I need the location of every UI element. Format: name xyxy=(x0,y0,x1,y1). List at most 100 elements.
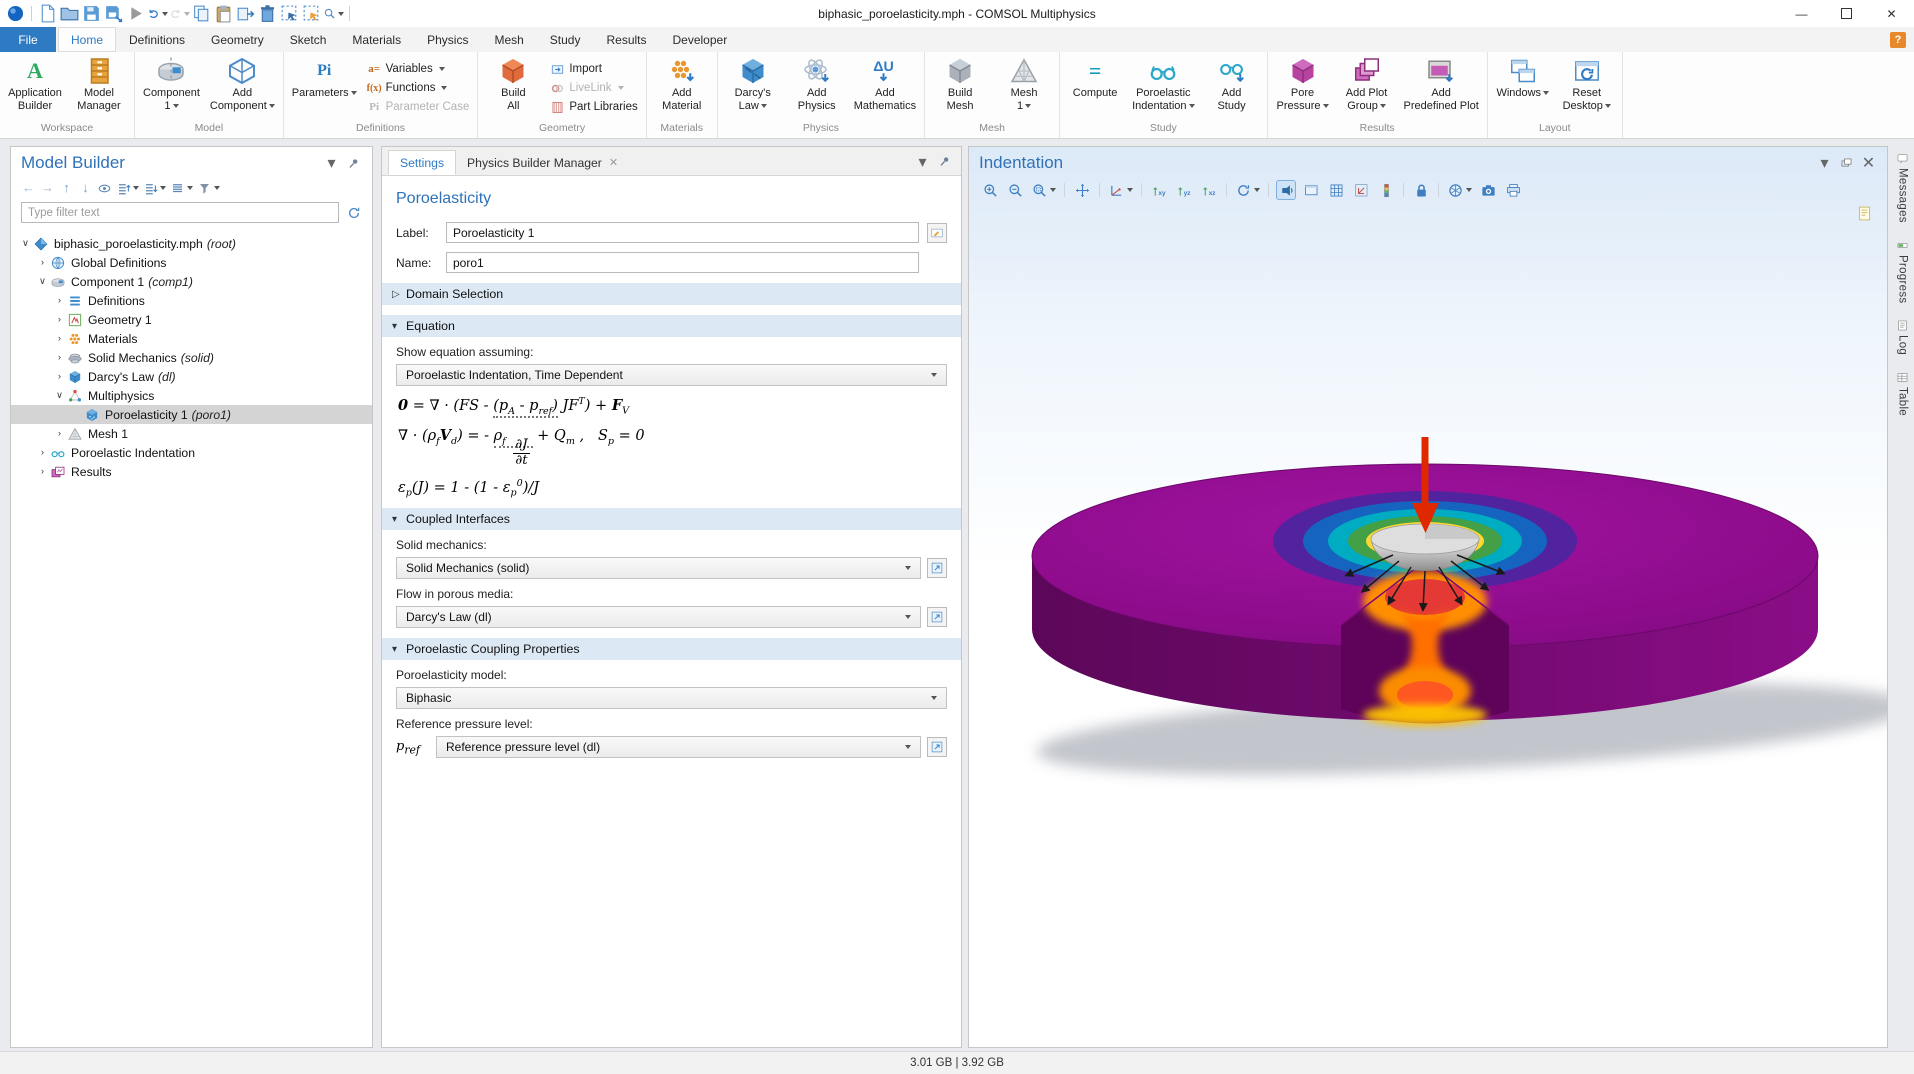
expand-arrow-icon[interactable]: › xyxy=(36,466,49,477)
menu-tab-sketch[interactable]: Sketch xyxy=(277,27,340,52)
filter-input[interactable] xyxy=(21,202,339,223)
ribbon-button-component-1[interactable]: Component 1 xyxy=(138,54,205,122)
menu-tab-results[interactable]: Results xyxy=(593,27,659,52)
collapse-arrow-icon[interactable]: ∨ xyxy=(19,238,32,249)
flow-porous-media-select[interactable]: Darcy's Law (dl) xyxy=(396,606,921,629)
float-window-icon[interactable] xyxy=(1838,156,1855,171)
ribbon-button-model-manager[interactable]: Model Manager xyxy=(67,54,131,122)
collapse-arrow-icon[interactable]: ∨ xyxy=(53,390,66,401)
copy-button[interactable] xyxy=(191,3,212,24)
zoom-in-button[interactable] xyxy=(981,181,999,199)
save-button[interactable] xyxy=(81,3,102,24)
ribbon-button-add-physics[interactable]: Add Physics xyxy=(785,54,849,122)
select-box-button[interactable] xyxy=(279,3,300,24)
color-legend-button[interactable] xyxy=(1377,181,1395,199)
menu-tab-file[interactable]: File xyxy=(0,27,56,52)
tab-physics-builder-manager[interactable]: Physics Builder Manager ✕ xyxy=(456,150,629,175)
tree-item-component-1[interactable]: ∨ Component 1 (comp1) xyxy=(11,272,372,291)
refresh-icon[interactable] xyxy=(346,205,362,221)
color-theme-button[interactable] xyxy=(1447,181,1472,199)
tree-item-definitions[interactable]: › Definitions xyxy=(11,291,372,310)
tree-item-global-definitions[interactable]: › Global Definitions xyxy=(11,253,372,272)
ribbon-button-parameters[interactable]: Pi Parameters xyxy=(287,54,362,122)
label-field[interactable] xyxy=(446,222,919,243)
menu-tab-home[interactable]: Home xyxy=(58,27,117,52)
expand-arrow-icon[interactable]: › xyxy=(53,371,66,382)
rename-button[interactable] xyxy=(927,222,947,243)
close-tab-icon[interactable]: ✕ xyxy=(609,156,618,169)
expand-arrow-icon[interactable]: › xyxy=(36,257,49,268)
menu-tab-mesh[interactable]: Mesh xyxy=(481,27,536,52)
ribbon-button-windows[interactable]: Windows xyxy=(1491,54,1555,122)
menu-tab-physics[interactable]: Physics xyxy=(414,27,481,52)
ribbon-button-add-material[interactable]: Add Material xyxy=(650,54,714,122)
duplicate-button[interactable] xyxy=(235,3,256,24)
go-to-source-button[interactable] xyxy=(927,737,947,758)
side-tab-table[interactable]: Table xyxy=(1896,371,1909,416)
ribbon-button-darcy-s-law[interactable]: Darcy's Law xyxy=(721,54,785,122)
ribbon-button-add-plot-group[interactable]: Add Plot Group xyxy=(1335,54,1399,122)
go-to-source-button[interactable] xyxy=(927,607,947,628)
expand-button[interactable] xyxy=(116,180,139,196)
view-yz-button[interactable]: yz xyxy=(1175,181,1193,199)
go-to-view-button[interactable] xyxy=(1108,181,1133,199)
rotate-button[interactable] xyxy=(1235,181,1260,199)
pin-icon[interactable] xyxy=(936,154,953,169)
save-image-button[interactable] xyxy=(103,3,124,24)
plot-arrows-button[interactable] xyxy=(1352,181,1370,199)
section-equation[interactable]: ▾ Equation xyxy=(382,315,961,337)
grid-button[interactable] xyxy=(1327,181,1345,199)
ribbon-button-part-libraries[interactable]: Part Libraries xyxy=(550,100,638,115)
go-forward-button[interactable]: → xyxy=(40,180,55,196)
ribbon-button-add-predefined-plot[interactable]: Add Predefined Plot xyxy=(1399,54,1484,122)
ribbon-button-application-builder[interactable]: A Application Builder xyxy=(3,54,67,122)
zoom-box-button[interactable] xyxy=(1031,181,1056,199)
expand-arrow-icon[interactable]: › xyxy=(36,447,49,458)
pin-icon[interactable] xyxy=(345,156,362,171)
run-button[interactable] xyxy=(125,3,146,24)
paste-button[interactable] xyxy=(213,3,234,24)
lock-view-button[interactable] xyxy=(1412,181,1430,199)
transparency-button[interactable] xyxy=(1277,181,1295,199)
tree-item-mesh-1[interactable]: › Mesh 1 xyxy=(11,424,372,443)
ribbon-button-build-mesh[interactable]: Build Mesh xyxy=(928,54,992,122)
reference-pressure-select[interactable]: Reference pressure level (dl) xyxy=(436,736,921,759)
section-domain-selection[interactable]: ▷ Domain Selection xyxy=(382,283,961,305)
panel-menu-icon[interactable]: ▾ xyxy=(323,155,340,172)
new-file-button[interactable] xyxy=(37,3,58,24)
view-xy-button[interactable]: xy xyxy=(1150,181,1168,199)
name-field[interactable] xyxy=(446,252,919,273)
move-up-button[interactable]: ↑ xyxy=(59,180,74,196)
scene-light-button[interactable] xyxy=(1302,181,1320,199)
panel-menu-icon[interactable]: ▾ xyxy=(914,154,931,171)
open-button[interactable] xyxy=(59,3,80,24)
tree-item-materials[interactable]: › Materials xyxy=(11,329,372,348)
ribbon-button-reset-desktop[interactable]: Reset Desktop xyxy=(1555,54,1619,122)
expand-arrow-icon[interactable]: › xyxy=(53,314,66,325)
view-xz-button[interactable]: xz xyxy=(1200,181,1218,199)
section-poroelastic-coupling-properties[interactable]: ▾ Poroelastic Coupling Properties xyxy=(382,638,961,661)
select-pointer-button[interactable] xyxy=(301,3,322,24)
show-button[interactable] xyxy=(97,180,112,196)
side-tab-messages[interactable]: Messages xyxy=(1896,152,1909,223)
collapse-button[interactable] xyxy=(143,180,166,196)
ribbon-button-add-study[interactable]: Add Study xyxy=(1200,54,1264,122)
panel-menu-icon[interactable]: ▾ xyxy=(1816,155,1833,172)
print-button[interactable] xyxy=(1504,181,1522,199)
tree-item-darcy-s-law[interactable]: › Darcy's Law (dl) xyxy=(11,367,372,386)
ribbon-button-poroelastic-indentation[interactable]: Poroelastic Indentation xyxy=(1127,54,1199,122)
zoom-select-button[interactable] xyxy=(323,3,344,24)
zoom-out-button[interactable] xyxy=(1006,181,1024,199)
menu-tab-definitions[interactable]: Definitions xyxy=(116,27,198,52)
tab-settings[interactable]: Settings xyxy=(388,150,457,175)
menu-tab-developer[interactable]: Developer xyxy=(660,27,741,52)
expand-arrow-icon[interactable]: › xyxy=(53,295,66,306)
ribbon-button-build-all[interactable]: Build All xyxy=(481,54,545,122)
tree-item-poroelastic-indentation[interactable]: › Poroelastic Indentation xyxy=(11,443,372,462)
ribbon-button-import[interactable]: Import xyxy=(550,62,637,77)
solid-mechanics-select[interactable]: Solid Mechanics (solid) xyxy=(396,557,921,580)
filter-tree-button[interactable] xyxy=(197,180,220,196)
delete-button[interactable] xyxy=(257,3,278,24)
tree-item-biphasic-poroelasticity-mph[interactable]: ∨ biphasic_poroelasticity.mph (root) xyxy=(11,234,372,253)
ribbon-button-variables[interactable]: a= Variables xyxy=(367,62,470,77)
